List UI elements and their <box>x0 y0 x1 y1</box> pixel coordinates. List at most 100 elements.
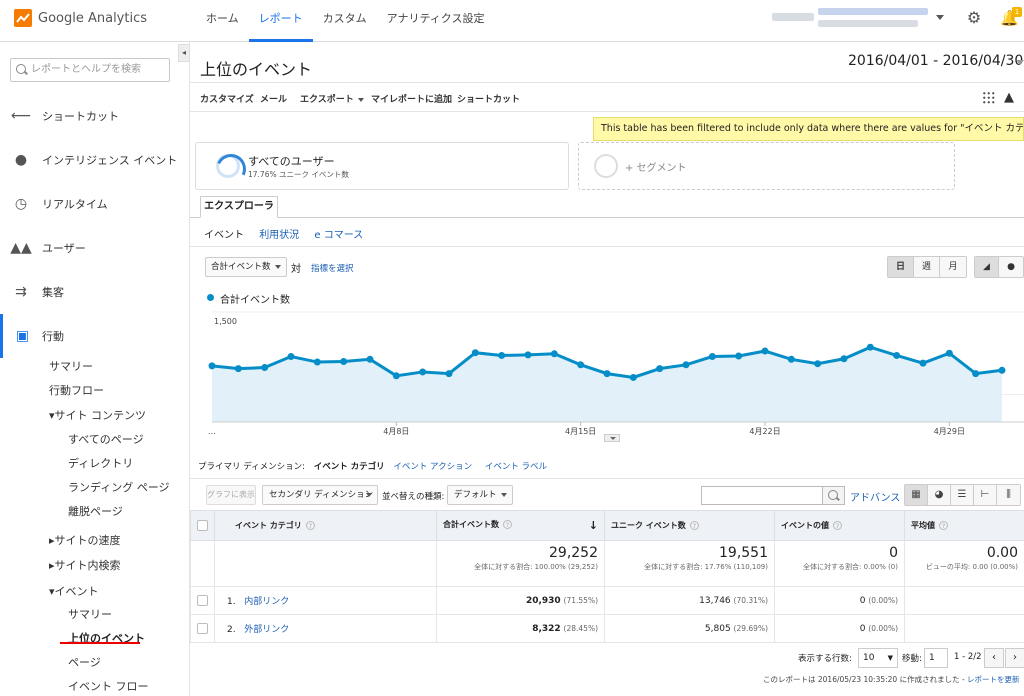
data-point[interactable] <box>919 359 927 367</box>
ga-logo[interactable]: Google Analytics <box>14 9 147 27</box>
sidebar-behavior-flow[interactable]: 行動フロー <box>49 382 104 398</box>
table-search-input[interactable] <box>701 486 823 505</box>
sidebar-event-pages[interactable]: ページ <box>68 654 101 670</box>
sidebar-item-acquisition[interactable]: ⇉ 集客 <box>0 270 189 314</box>
email-button[interactable]: メール <box>260 92 287 105</box>
gear-icon[interactable]: ⚙ <box>965 9 983 27</box>
topnav-admin[interactable]: アナリティクス設定 <box>377 0 495 42</box>
data-point[interactable] <box>629 373 637 381</box>
dimension-event-category[interactable]: イベント カテゴリ <box>314 462 385 472</box>
header-event-category[interactable]: イベント カテゴリ? <box>214 510 437 541</box>
table-view-pie-icon[interactable]: ◕ <box>928 485 951 505</box>
export-button[interactable]: エクスポート <box>300 92 364 105</box>
next-page-button[interactable]: › <box>1005 648 1024 668</box>
metric-select[interactable]: 合計イベント数 <box>205 257 287 277</box>
dimension-event-label[interactable]: イベント ラベル <box>485 462 547 472</box>
segment-all-users[interactable]: すべてのユーザー 17.76% ユニーク イベント数 <box>195 142 569 190</box>
add-segment[interactable]: + セグメント <box>578 142 955 190</box>
table-search-button[interactable] <box>823 486 845 505</box>
secondary-dimension-select[interactable]: セカンダリ ディメンション <box>262 485 378 505</box>
sidebar-all-pages[interactable]: すべてのページ <box>68 431 144 447</box>
subtab-ecommerce[interactable]: e コマース <box>314 230 363 241</box>
sidebar-site-speed[interactable]: ▸サイトの速度 <box>49 532 121 548</box>
subtab-events[interactable]: イベント <box>204 230 244 241</box>
education-cap-icon[interactable]: ▲ <box>1004 90 1014 105</box>
customize-button[interactable]: カスタマイズ <box>200 92 254 105</box>
row-category-link[interactable]: 外部リンク <box>244 625 289 635</box>
data-point[interactable] <box>893 351 901 359</box>
row-category-link[interactable]: 内部リンク <box>244 597 289 607</box>
data-point[interactable] <box>524 351 532 359</box>
sidebar-behavior-summary[interactable]: サマリー <box>49 358 93 374</box>
grid-icon[interactable] <box>982 91 996 105</box>
data-point[interactable] <box>313 358 321 366</box>
data-point[interactable] <box>840 355 848 363</box>
table-view-pivot-icon[interactable]: ⫼ <box>997 485 1020 505</box>
period-day-button[interactable]: 日 <box>888 257 914 277</box>
topnav-home[interactable]: ホーム <box>196 0 249 42</box>
data-point[interactable] <box>261 364 269 372</box>
help-icon[interactable]: ? <box>689 521 699 530</box>
sidebar-landing-pages[interactable]: ランディング ページ <box>68 479 170 495</box>
sidebar-item-audience[interactable]: ▲▲ ユーザー <box>0 226 189 270</box>
header-total-events[interactable]: 合計イベント数? ↓ <box>436 510 605 541</box>
sidebar-event-flow[interactable]: イベント フロー <box>68 678 149 694</box>
pick-metric-link[interactable]: 指標を選択 <box>311 262 354 274</box>
collapse-sidebar-icon[interactable]: ◂ <box>178 44 190 62</box>
data-point[interactable] <box>471 349 479 357</box>
help-icon[interactable]: ? <box>939 521 948 530</box>
sidebar-item-realtime[interactable]: ◷ リアルタイム <box>0 182 189 226</box>
help-icon[interactable]: ? <box>833 521 842 530</box>
data-point[interactable] <box>972 370 980 378</box>
header-unique-events[interactable]: ユニーク イベント数? <box>604 510 775 541</box>
account-chevron-down-icon[interactable] <box>936 15 944 20</box>
sidebar-events-summary[interactable]: サマリー <box>68 606 112 622</box>
date-range-chevron-down-icon[interactable] <box>1016 60 1024 65</box>
data-point[interactable] <box>550 350 558 358</box>
data-point[interactable] <box>603 370 611 378</box>
data-point[interactable] <box>234 365 242 373</box>
data-point[interactable] <box>392 372 400 380</box>
dimension-event-action[interactable]: イベント アクション <box>393 462 472 472</box>
data-point[interactable] <box>735 352 743 360</box>
sidebar-site-content[interactable]: ▾サイト コンテンツ <box>49 407 146 423</box>
bell-icon[interactable]: 🔔 1 <box>1000 7 1022 27</box>
data-point[interactable] <box>498 351 506 359</box>
shortcut-button[interactable]: ショートカット <box>457 92 520 105</box>
data-point[interactable] <box>366 355 374 363</box>
refresh-report-link[interactable]: レポートを更新 <box>967 675 1020 684</box>
prev-page-button[interactable]: ‹ <box>984 648 1004 668</box>
advanced-filter-link[interactable]: アドバンス <box>850 489 900 504</box>
period-week-button[interactable]: 週 <box>914 257 940 277</box>
data-point[interactable] <box>998 366 1006 374</box>
date-range-picker[interactable]: 2016/04/01 - 2016/04/30 <box>848 53 1023 69</box>
header-avg-value[interactable]: 平均値? <box>904 510 1024 541</box>
select-all-checkbox[interactable] <box>197 520 208 531</box>
sidebar-search-input[interactable]: レポートとヘルプを検索 <box>10 58 170 82</box>
rows-per-page-select[interactable]: 10 ▼ <box>858 648 898 668</box>
data-point[interactable] <box>787 355 795 363</box>
help-icon[interactable]: ? <box>305 521 315 530</box>
goto-page-input[interactable]: 1 <box>924 648 948 668</box>
table-view-data-icon[interactable]: ▦ <box>905 485 928 505</box>
tab-explorer[interactable]: エクスプローラ <box>200 196 278 218</box>
table-view-comparison-icon[interactable]: ⊢ <box>974 485 997 505</box>
sidebar-directory[interactable]: ディレクトリ <box>68 455 133 471</box>
sidebar-item-intelligence[interactable]: ● インテリジェンス イベント <box>0 138 189 182</box>
chart-expand-handle[interactable] <box>604 434 620 442</box>
data-point[interactable] <box>761 347 769 355</box>
data-point[interactable] <box>577 361 585 369</box>
data-point[interactable] <box>682 361 690 369</box>
topnav-custom[interactable]: カスタム <box>313 0 377 42</box>
help-icon[interactable]: ? <box>503 520 512 529</box>
account-selector[interactable] <box>772 8 932 34</box>
period-month-button[interactable]: 月 <box>940 257 966 277</box>
data-point[interactable] <box>208 362 216 370</box>
data-point[interactable] <box>656 365 664 373</box>
data-point[interactable] <box>445 370 453 378</box>
sidebar-events[interactable]: ▾イベント <box>49 583 99 599</box>
table-view-performance-icon[interactable]: ☰ <box>951 485 974 505</box>
data-point[interactable] <box>866 343 874 351</box>
plot-rows-button[interactable]: グラフに表示 <box>206 485 256 505</box>
data-point[interactable] <box>419 368 427 376</box>
